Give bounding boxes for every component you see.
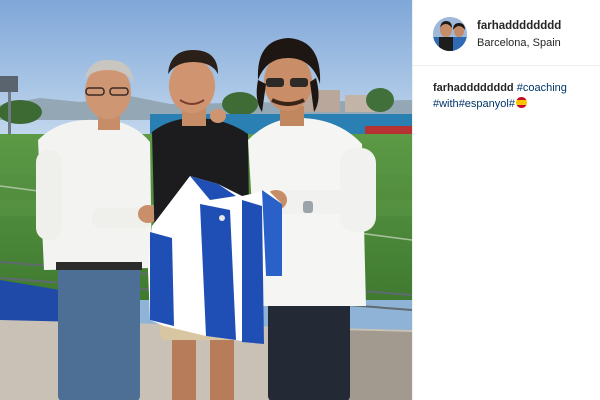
hashtag-with[interactable]: #with bbox=[433, 98, 459, 110]
instagram-post: farhadddddddd Barcelona, Spain farhadddd… bbox=[0, 0, 600, 400]
photo-illustration bbox=[0, 0, 412, 400]
spain-flag-emoji-icon bbox=[515, 97, 527, 108]
post-header: farhadddddddd Barcelona, Spain bbox=[413, 0, 600, 66]
post-caption: farhadddddddd #coaching #with#espanyol# bbox=[433, 80, 595, 112]
avatar[interactable] bbox=[433, 17, 467, 51]
post-location[interactable]: Barcelona, Spain bbox=[477, 37, 561, 49]
hashtag-coaching[interactable]: #coaching bbox=[517, 82, 567, 94]
caption-username[interactable]: farhadddddddd bbox=[433, 82, 514, 94]
hashtag-flag[interactable]: # bbox=[509, 98, 515, 110]
profile-picture-icon bbox=[433, 17, 467, 51]
hashtag-espanyol[interactable]: #espanyol bbox=[459, 98, 509, 110]
post-side-panel: farhadddddddd Barcelona, Spain farhadddd… bbox=[412, 0, 600, 400]
post-author-username[interactable]: farhadddddddd bbox=[477, 20, 561, 32]
post-photo[interactable] bbox=[0, 0, 412, 400]
